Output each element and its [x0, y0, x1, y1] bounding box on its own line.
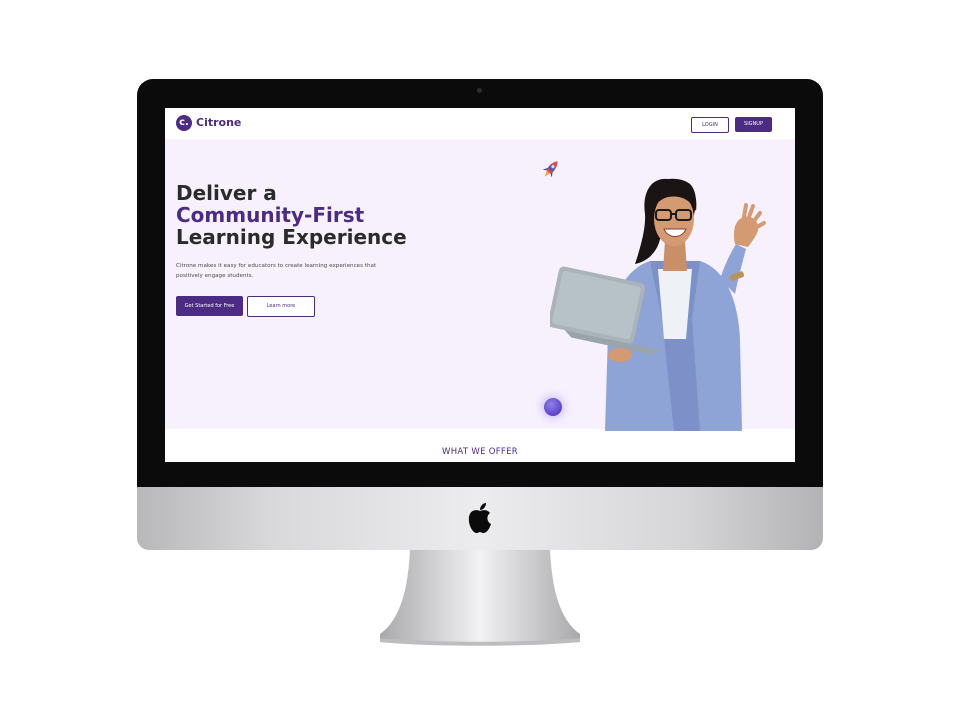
learn-more-button[interactable]: Learn more: [247, 296, 315, 317]
webcam: [477, 88, 482, 93]
what-we-offer-heading: WHAT WE OFFER: [442, 447, 518, 457]
apple-logo-icon: [468, 503, 491, 534]
website-screen: c. Citrone LOGIN SIGNUP Deliver a Commun…: [165, 108, 795, 462]
hero-headline-line-3: Learning Experience: [176, 225, 407, 249]
monitor-stand: [380, 550, 580, 646]
signup-button[interactable]: SIGNUP: [735, 117, 772, 132]
hero-description: Citrone makes it easy for educators to c…: [176, 263, 377, 279]
get-started-button[interactable]: Get Started for Free: [176, 296, 243, 316]
citrone-logo-icon[interactable]: c.: [176, 115, 192, 131]
hero-section: Deliver a Community-First Learning Exper…: [165, 139, 795, 431]
brand-name[interactable]: Citrone: [196, 116, 241, 129]
hero-headline-line-1: Deliver a: [176, 181, 277, 205]
hero-woman-with-laptop-image: [550, 178, 766, 431]
hero-headline-line-2: Community-First: [176, 203, 365, 227]
login-button[interactable]: LOGIN: [691, 117, 729, 133]
top-navbar: c. Citrone LOGIN SIGNUP: [165, 108, 795, 139]
